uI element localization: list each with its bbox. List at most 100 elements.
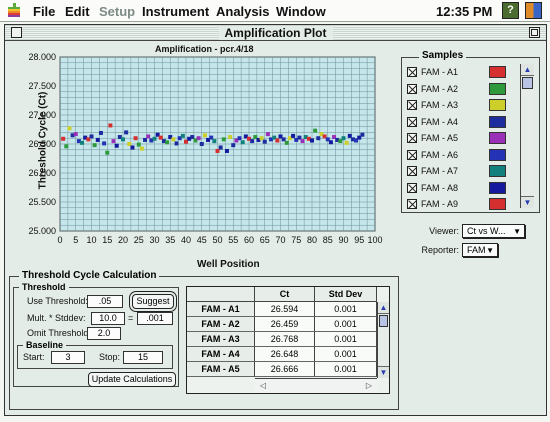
- omit-threshold-field[interactable]: 2.0: [87, 327, 121, 340]
- sample-label: FAM - A4: [421, 116, 459, 127]
- sample-color-swatch[interactable]: [489, 99, 506, 111]
- sample-row[interactable]: FAM - A4: [407, 114, 519, 131]
- scroll-up-arrow-icon[interactable]: ▲: [378, 302, 389, 314]
- scroll-down-arrow-icon[interactable]: ▼: [521, 196, 534, 208]
- menu-setup[interactable]: Setup: [99, 4, 135, 19]
- menu-file[interactable]: File: [33, 4, 55, 19]
- x-tick-label: 35: [165, 235, 175, 245]
- data-point: [89, 134, 94, 139]
- x-tick-label: 85: [323, 235, 333, 245]
- sample-checkbox[interactable]: [407, 166, 417, 176]
- sample-color-swatch[interactable]: [489, 148, 506, 161]
- data-point: [265, 132, 270, 137]
- table-row-name[interactable]: FAM - A1: [187, 302, 255, 317]
- table-row-name[interactable]: FAM - A5: [187, 362, 255, 377]
- data-point: [215, 148, 220, 153]
- help-balloon-icon[interactable]: ?: [502, 2, 519, 19]
- samples-title: Samples: [419, 50, 467, 61]
- table-cell-ct[interactable]: 26.648: [255, 347, 315, 362]
- data-point: [174, 141, 179, 146]
- scroll-left-arrow-icon[interactable]: ◁: [257, 380, 269, 392]
- sample-checkbox[interactable]: [407, 133, 417, 143]
- data-point: [281, 137, 286, 142]
- sample-row[interactable]: FAM - A3: [407, 97, 519, 114]
- mult-result-field: .001: [137, 312, 173, 325]
- x-tick-label: 90: [338, 235, 348, 245]
- sample-row[interactable]: FAM - A8: [407, 180, 519, 197]
- x-tick-label: 80: [307, 235, 317, 245]
- scroll-right-arrow-icon[interactable]: ▷: [363, 380, 375, 392]
- sample-color-swatch[interactable]: [489, 198, 506, 210]
- sample-row[interactable]: FAM - A6: [407, 147, 519, 164]
- samples-scrollbar[interactable]: ▲ ▼: [520, 64, 534, 208]
- data-point: [108, 123, 113, 128]
- table-cell-ct[interactable]: 26.666: [255, 362, 315, 377]
- suggest-button[interactable]: Suggest: [132, 294, 174, 309]
- table-hscrollbar[interactable]: ◁ ▷: [255, 378, 377, 393]
- sample-checkbox[interactable]: [407, 67, 417, 77]
- menu-analysis[interactable]: Analysis: [216, 4, 269, 19]
- sample-checkbox[interactable]: [407, 149, 417, 160]
- data-point: [64, 144, 69, 149]
- update-calculations-button[interactable]: Update Calculations: [88, 372, 176, 387]
- data-point: [136, 142, 141, 147]
- data-point: [102, 141, 107, 146]
- finder-icon[interactable]: [525, 2, 542, 19]
- viewer-popup[interactable]: Ct vs W... ▼: [462, 224, 525, 238]
- scroll-down-arrow-icon[interactable]: ▼: [378, 366, 389, 378]
- table-cell-stddev[interactable]: 0.001: [315, 302, 377, 317]
- equals-sign: =: [128, 313, 134, 323]
- menu-edit[interactable]: Edit: [65, 4, 90, 19]
- sample-color-swatch[interactable]: [489, 115, 506, 128]
- table-cell-stddev[interactable]: 0.001: [315, 362, 377, 377]
- data-point: [124, 130, 129, 135]
- scroll-thumb[interactable]: [522, 77, 533, 89]
- data-point: [300, 139, 305, 144]
- table-cell-ct[interactable]: 26.459: [255, 317, 315, 332]
- data-point: [152, 136, 157, 141]
- menu-instrument[interactable]: Instrument: [142, 4, 209, 19]
- sample-checkbox[interactable]: [407, 83, 417, 94]
- viewer-value: Ct vs W...: [467, 226, 506, 236]
- table-cell-stddev[interactable]: 0.001: [315, 332, 377, 347]
- table-cell-stddev[interactable]: 0.001: [315, 347, 377, 362]
- x-tick-label: 45: [197, 235, 207, 245]
- samples-panel: FAM - A1 FAM - A2 FAM - A3 FAM - A4 FAM - A5…: [401, 57, 540, 213]
- data-point: [250, 139, 255, 144]
- sample-color-swatch[interactable]: [489, 82, 506, 95]
- sample-checkbox[interactable]: [407, 100, 417, 110]
- sample-checkbox[interactable]: [407, 116, 417, 127]
- sample-checkbox[interactable]: [407, 182, 417, 193]
- table-row-name[interactable]: FAM - A3: [187, 332, 255, 347]
- table-cell-ct[interactable]: 26.594: [255, 302, 315, 317]
- sample-color-swatch[interactable]: [489, 181, 506, 194]
- use-threshold-field[interactable]: .05: [87, 295, 123, 308]
- table-row-name[interactable]: FAM - A4: [187, 347, 255, 362]
- mult-stddev-field[interactable]: 10.0: [91, 312, 125, 325]
- scroll-thumb[interactable]: [379, 315, 388, 327]
- data-point: [73, 132, 78, 137]
- sample-row[interactable]: FAM - A9: [407, 196, 519, 213]
- stop-field[interactable]: 15: [123, 351, 163, 364]
- sample-color-swatch[interactable]: [489, 66, 506, 78]
- apple-icon[interactable]: [8, 3, 20, 18]
- sample-checkbox[interactable]: [407, 199, 417, 209]
- sample-color-swatch[interactable]: [489, 165, 506, 177]
- sample-row[interactable]: FAM - A5: [407, 130, 519, 147]
- sample-color-swatch[interactable]: [489, 132, 506, 144]
- start-field[interactable]: 3: [51, 351, 85, 364]
- table-vscrollbar[interactable]: ▲ ▼: [377, 302, 389, 378]
- table-cell-stddev[interactable]: 0.001: [315, 317, 377, 332]
- menu-clock[interactable]: 12:35 PM: [436, 4, 492, 19]
- scroll-up-arrow-icon[interactable]: ▲: [521, 64, 534, 76]
- table-cell-ct[interactable]: 26.768: [255, 332, 315, 347]
- sample-row[interactable]: FAM - A2: [407, 81, 519, 98]
- x-tick-label: 15: [102, 235, 112, 245]
- sample-row[interactable]: FAM - A7: [407, 163, 519, 180]
- x-tick-label: 30: [149, 235, 159, 245]
- menu-window[interactable]: Window: [276, 4, 326, 19]
- reporter-popup[interactable]: FAM ▼: [462, 243, 498, 257]
- sample-row[interactable]: FAM - A1: [407, 64, 519, 81]
- data-point: [284, 140, 289, 145]
- table-row-name[interactable]: FAM - A2: [187, 317, 255, 332]
